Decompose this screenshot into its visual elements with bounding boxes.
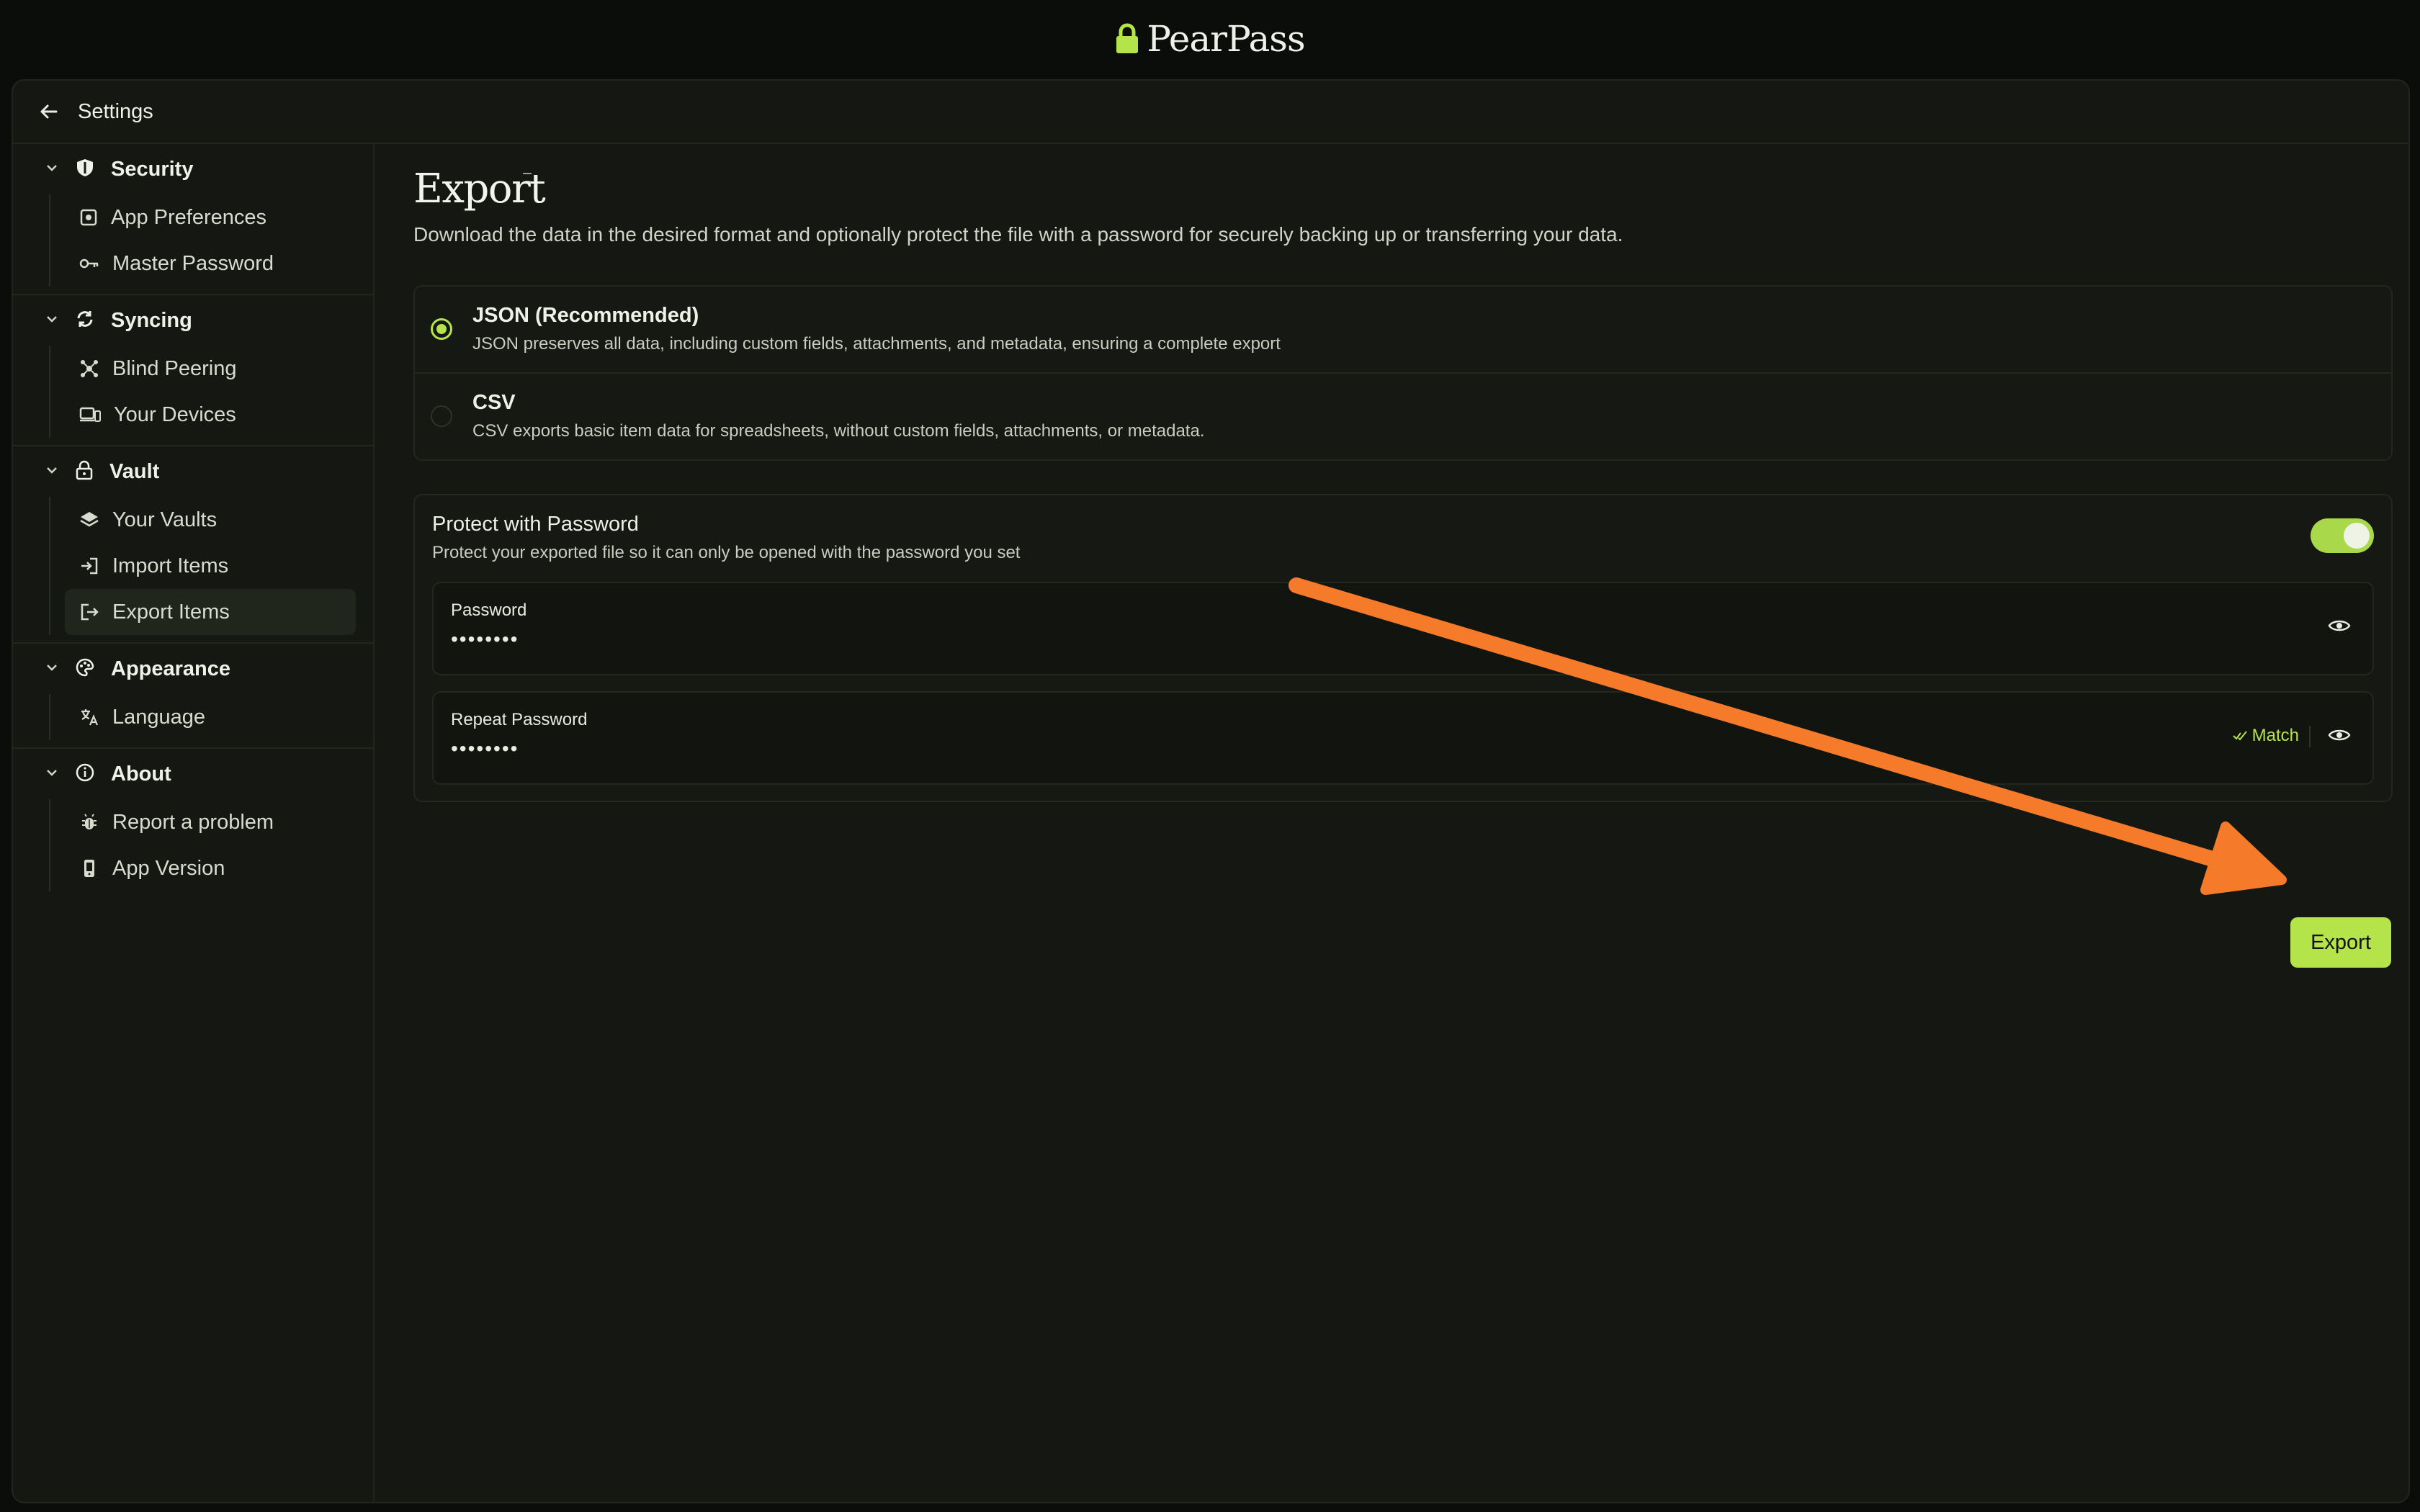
- sidebar-item-blind-peering[interactable]: Blind Peering: [65, 346, 356, 392]
- repeat-password-field[interactable]: Repeat Password •••••••• Match: [432, 691, 2374, 785]
- settings-sidebar: Security App Preferences Master Password…: [13, 144, 375, 1502]
- palette-icon: [75, 657, 95, 681]
- sidebar-section-items: Report a problem App Version: [49, 799, 373, 891]
- padlock-icon: [75, 460, 94, 484]
- sidebar-item-label: Import Items: [112, 554, 229, 577]
- sidebar-section-header-syncing[interactable]: Syncing: [13, 295, 373, 346]
- app-logo: PearPass: [1115, 18, 1306, 60]
- page-description: Download the data in the desired format …: [413, 223, 1623, 246]
- export-panel: Export Download the data in the desired …: [402, 144, 2393, 1502]
- sync-icon: [75, 309, 95, 333]
- sidebar-section-label: Appearance: [111, 657, 231, 680]
- sidebar-section-header-appearance[interactable]: Appearance: [13, 644, 373, 694]
- sidebar-section-header-security[interactable]: Security: [13, 144, 373, 194]
- radio-json[interactable]: [431, 318, 452, 340]
- translate-icon: [79, 707, 99, 727]
- layers-icon: [79, 510, 99, 530]
- title-decoration: [523, 173, 532, 174]
- key-icon: [79, 254, 99, 273]
- password-value[interactable]: ••••••••: [451, 628, 519, 651]
- format-name: CSV: [472, 391, 516, 414]
- sidebar-item-label: Language: [112, 705, 206, 729]
- sidebar-section-vault: Vault Your Vaults Import Items Export It…: [13, 446, 373, 644]
- devices-icon: [79, 405, 101, 424]
- sidebar-item-label: Master Password: [112, 251, 274, 275]
- format-description: CSV exports basic item data for spreadsh…: [472, 421, 1205, 441]
- app-header: PearPass: [0, 0, 2420, 78]
- sidebar-section-label: Vault: [109, 459, 160, 483]
- format-option-json[interactable]: JSON (Recommended) JSON preserves all da…: [415, 287, 2391, 372]
- eye-icon[interactable]: [2328, 617, 2351, 634]
- sidebar-item-label: Blind Peering: [112, 356, 237, 380]
- back-button[interactable]: Settings: [39, 100, 153, 124]
- password-label: Password: [451, 600, 527, 620]
- format-description: JSON preserves all data, including custo…: [472, 334, 1281, 354]
- sidebar-item-label: Report a problem: [112, 810, 274, 834]
- format-option-csv[interactable]: CSV CSV exports basic item data for spre…: [415, 372, 2391, 459]
- window-title: Settings: [78, 99, 153, 123]
- chevron-down-icon: [45, 161, 59, 179]
- protect-description: Protect your exported file so it can onl…: [432, 543, 1021, 562]
- sidebar-item-language[interactable]: Language: [65, 694, 356, 740]
- sidebar-item-label: App Preferences: [111, 205, 267, 229]
- sidebar-section-appearance: Appearance Language: [13, 644, 373, 749]
- sidebar-section-label: About: [111, 762, 171, 786]
- radio-csv[interactable]: [431, 405, 452, 427]
- sidebar-item-label: App Version: [112, 856, 225, 880]
- arrow-left-icon: [39, 102, 59, 122]
- sidebar-item-master-password[interactable]: Master Password: [65, 240, 356, 287]
- export-icon: [79, 602, 99, 622]
- sidebar-section-label: Syncing: [111, 308, 192, 332]
- format-name: JSON (Recommended): [472, 304, 699, 327]
- export-button[interactable]: Export: [2290, 917, 2391, 968]
- sidebar-item-app-preferences[interactable]: App Preferences: [65, 194, 356, 240]
- check-icon: [2232, 726, 2248, 746]
- sidebar-section-items: Blind Peering Your Devices: [49, 346, 373, 438]
- app-preferences-icon: [79, 208, 98, 227]
- sidebar-section-items: Language: [49, 694, 373, 740]
- bug-icon: [79, 812, 99, 832]
- app-name: PearPass: [1147, 18, 1305, 60]
- sidebar-item-report-a-problem[interactable]: Report a problem: [65, 799, 356, 845]
- sidebar-section-label: Security: [111, 157, 194, 181]
- sidebar-section-header-about[interactable]: About: [13, 749, 373, 799]
- match-indicator: Match: [2232, 726, 2299, 746]
- eye-icon[interactable]: [2328, 726, 2351, 744]
- protect-toggle[interactable]: [2311, 518, 2374, 553]
- sidebar-item-label: Your Devices: [114, 402, 236, 426]
- match-label: Match: [2251, 726, 2299, 745]
- sidebar-item-your-devices[interactable]: Your Devices: [65, 392, 356, 438]
- password-field[interactable]: Password ••••••••: [432, 582, 2374, 675]
- chevron-down-icon: [45, 765, 59, 783]
- sidebar-section-security: Security App Preferences Master Password: [13, 144, 373, 295]
- divider: [2309, 726, 2311, 747]
- chevron-down-icon: [45, 660, 59, 678]
- sidebar-section-items: App Preferences Master Password: [49, 194, 373, 287]
- window-header: Settings: [13, 81, 2408, 144]
- export-format-group: JSON (Recommended) JSON preserves all da…: [413, 285, 2393, 461]
- phone-icon: [79, 858, 99, 878]
- chevron-down-icon: [45, 312, 59, 330]
- sidebar-item-your-vaults[interactable]: Your Vaults: [65, 497, 356, 543]
- sidebar-item-export-items[interactable]: Export Items: [65, 589, 356, 635]
- network-icon: [79, 359, 99, 379]
- import-icon: [79, 556, 99, 576]
- protect-title: Protect with Password: [432, 513, 639, 536]
- sidebar-section-about: About Report a problem App Version: [13, 749, 373, 899]
- sidebar-item-label: Export Items: [112, 600, 230, 624]
- sidebar-item-label: Your Vaults: [112, 508, 218, 531]
- sidebar-item-import-items[interactable]: Import Items: [65, 543, 356, 589]
- lock-icon: [1115, 23, 1139, 55]
- repeat-password-value[interactable]: ••••••••: [451, 737, 519, 760]
- chevron-down-icon: [45, 463, 59, 481]
- sidebar-section-header-vault[interactable]: Vault: [13, 446, 373, 497]
- sidebar-item-app-version[interactable]: App Version: [65, 845, 356, 891]
- info-icon: [75, 762, 95, 786]
- sidebar-section-items: Your Vaults Import Items Export Items: [49, 497, 373, 635]
- repeat-password-label: Repeat Password: [451, 710, 588, 729]
- sidebar-section-syncing: Syncing Blind Peering Your Devices: [13, 295, 373, 446]
- shield-icon: [75, 158, 95, 181]
- protect-with-password-card: Protect with Password Protect your expor…: [413, 494, 2393, 802]
- settings-window: Settings Security App Preferences Master…: [12, 79, 2410, 1503]
